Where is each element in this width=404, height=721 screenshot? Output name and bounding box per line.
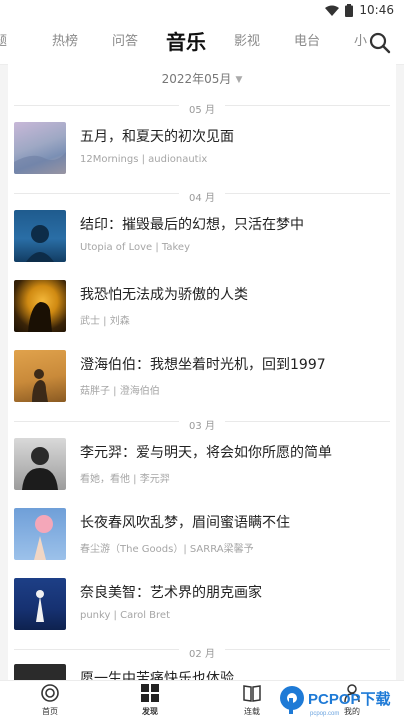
tab-partial-right[interactable]: 小 bbox=[354, 24, 367, 64]
nav-home-label: 首页 bbox=[42, 707, 58, 716]
month-divider: 04 月 bbox=[14, 186, 390, 204]
cover-image bbox=[14, 122, 66, 174]
cover-image bbox=[14, 210, 66, 262]
cover-image bbox=[14, 508, 66, 560]
search-icon[interactable] bbox=[368, 31, 392, 55]
list-item[interactable]: 愿一生中苦痛快乐也体验 bbox=[14, 664, 390, 680]
list-item[interactable]: 我恐怕无法成为骄傲的人类 武士 | 刘森 bbox=[14, 280, 390, 340]
date-filter[interactable]: 2022年05月 ▼ bbox=[8, 70, 396, 88]
nav-serial[interactable]: 连载 bbox=[222, 683, 282, 719]
nav-discover[interactable]: 发现 bbox=[120, 683, 180, 719]
nav-serial-label: 连载 bbox=[244, 707, 260, 716]
list-item[interactable]: 奈良美智：艺术界的朋克画家 punky | Carol Bret bbox=[14, 578, 390, 638]
month-divider: 05 月 bbox=[14, 98, 390, 116]
list-item[interactable]: 长夜春风吹乱梦，眉间蜜语瞒不住 春尘游（The Goods）| SARRA梁馨予 bbox=[14, 508, 390, 568]
list-item[interactable]: 五月，和夏天的初次见面 12Mornings | audionautix bbox=[14, 122, 390, 182]
item-meta: 春尘游（The Goods）| SARRA梁馨予 bbox=[80, 544, 254, 555]
book-icon bbox=[243, 685, 261, 702]
month-divider: 02 月 bbox=[14, 642, 390, 660]
tab-film[interactable]: 影视 bbox=[234, 24, 260, 64]
top-nav: 题 热榜 问答 音乐 影视 电台 小 bbox=[0, 24, 404, 65]
item-title: 我恐怕无法成为骄傲的人类 bbox=[80, 287, 248, 303]
svg-text:PCPOP下载: PCPOP下载 bbox=[308, 690, 391, 708]
item-title: 澄海伯伯：我想坐着时光机，回到1997 bbox=[80, 357, 326, 373]
tab-hot[interactable]: 热榜 bbox=[52, 24, 78, 64]
grid-icon bbox=[141, 684, 159, 702]
home-icon bbox=[41, 684, 59, 702]
month-divider: 03 月 bbox=[14, 414, 390, 432]
cover-image bbox=[14, 350, 66, 402]
battery-icon bbox=[345, 3, 354, 17]
clock: 10:46 bbox=[359, 3, 394, 17]
list-item[interactable]: 澄海伯伯：我想坐着时光机，回到1997 菇胖子 | 澄海伯伯 bbox=[14, 350, 390, 410]
item-title: 李元羿：爱与明天，将会如你所愿的简单 bbox=[80, 445, 332, 461]
category-tabs: 题 热榜 问答 音乐 影视 电台 小 bbox=[0, 24, 367, 64]
article-list: 2022年05月 ▼ 05 月 五月，和夏天的初次见面 12Mornings | … bbox=[8, 64, 396, 680]
tab-partial-left[interactable]: 题 bbox=[0, 24, 7, 64]
item-title: 长夜春风吹乱梦，眉间蜜语瞒不住 bbox=[80, 515, 290, 531]
tab-radio[interactable]: 电台 bbox=[294, 24, 320, 64]
tab-qa[interactable]: 问答 bbox=[112, 24, 138, 64]
item-meta: Utopia of Love | Takey bbox=[80, 242, 191, 253]
wifi-icon bbox=[325, 5, 340, 16]
item-title: 奈良美智：艺术界的朋克画家 bbox=[80, 585, 262, 601]
item-meta: 看她，看他 | 李元羿 bbox=[80, 474, 170, 485]
item-meta: 菇胖子 | 澄海伯伯 bbox=[80, 386, 160, 397]
date-filter-label: 2022年05月 bbox=[161, 72, 232, 86]
item-title: 结印：摧毁最后的幻想，只活在梦中 bbox=[80, 217, 304, 233]
nav-home[interactable]: 首页 bbox=[20, 683, 80, 719]
chevron-down-icon: ▼ bbox=[235, 74, 243, 85]
cover-image bbox=[14, 664, 66, 680]
cover-image bbox=[14, 280, 66, 332]
item-meta: 武士 | 刘森 bbox=[80, 316, 130, 327]
svg-text:pcpop.com: pcpop.com bbox=[310, 711, 339, 717]
cover-image bbox=[14, 438, 66, 490]
list-item[interactable]: 结印：摧毁最后的幻想，只活在梦中 Utopia of Love | Takey bbox=[14, 210, 390, 270]
item-title: 五月，和夏天的初次见面 bbox=[80, 129, 234, 145]
item-title: 愿一生中苦痛快乐也体验 bbox=[80, 671, 234, 680]
cover-image bbox=[14, 578, 66, 630]
nav-discover-label: 发现 bbox=[142, 707, 158, 716]
item-meta: punky | Carol Bret bbox=[80, 610, 171, 621]
pcpop-watermark-logo: PCPOP下载 pcpop.com bbox=[280, 686, 391, 717]
status-icons: 10:46 bbox=[325, 3, 394, 17]
status-bar: 10:46 bbox=[0, 0, 404, 24]
list-item[interactable]: 李元羿：爱与明天，将会如你所愿的简单 看她，看他 | 李元羿 bbox=[14, 438, 390, 498]
tab-music[interactable]: 音乐 bbox=[166, 24, 206, 64]
item-meta: 12Mornings | audionautix bbox=[80, 154, 208, 165]
